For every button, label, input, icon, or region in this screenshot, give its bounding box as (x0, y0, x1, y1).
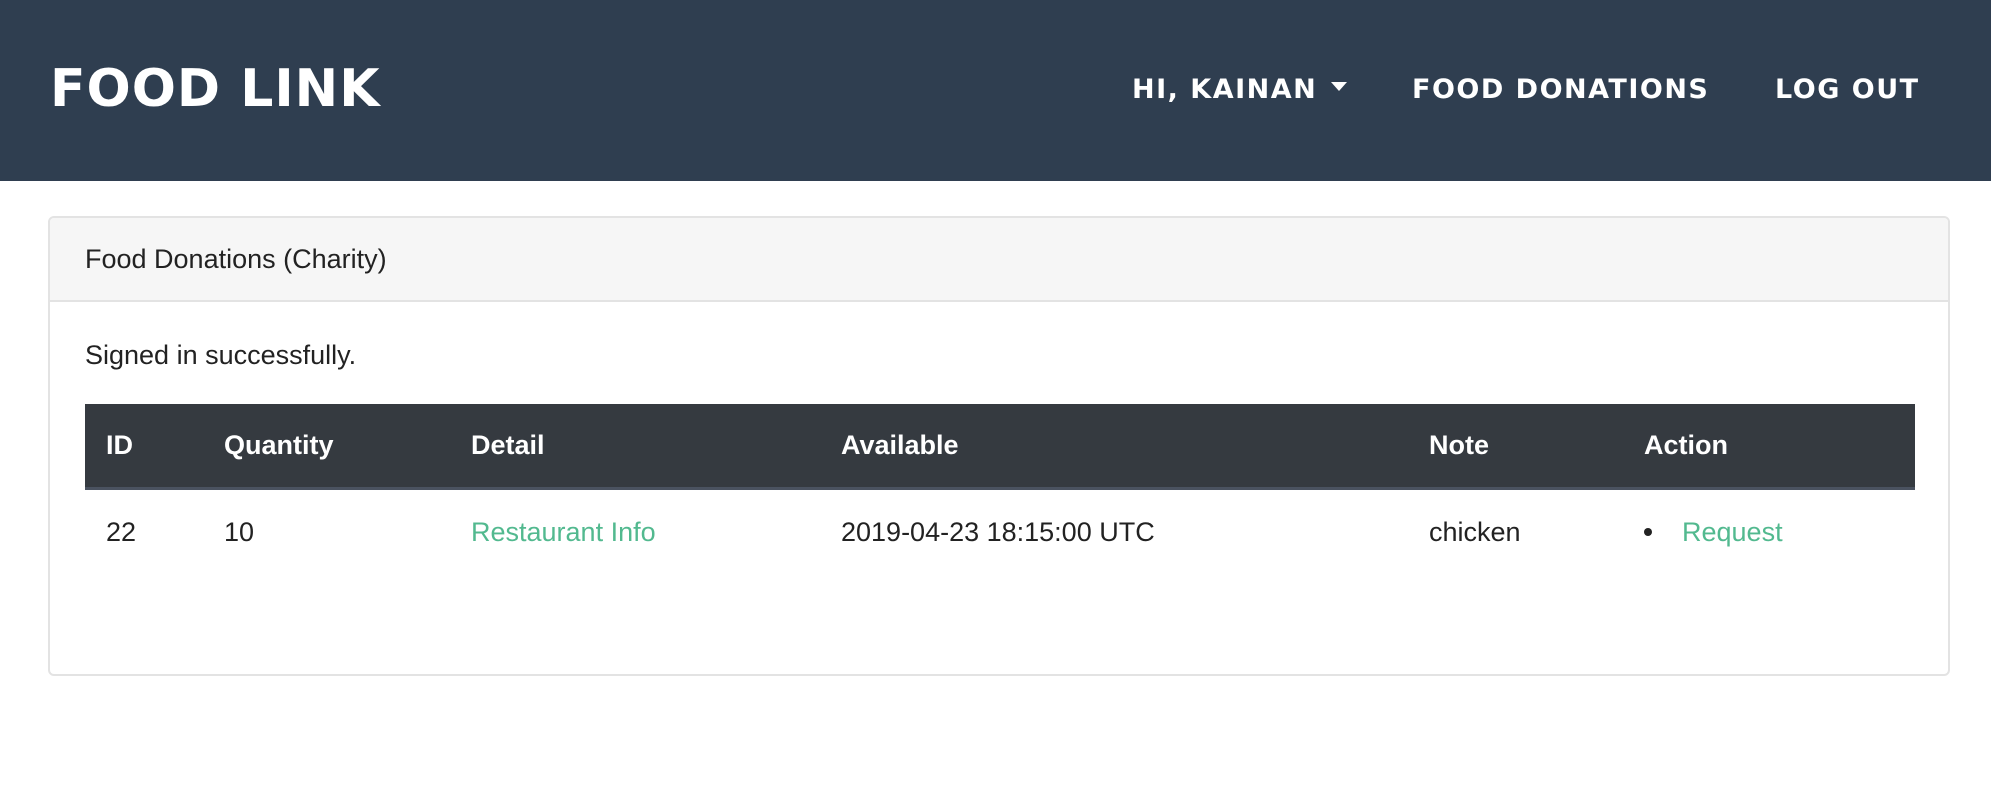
caret-down-icon (1331, 82, 1348, 91)
card-header: Food Donations (Charity) (50, 218, 1948, 302)
cell-note: chicken (1429, 517, 1521, 547)
cell-action: Request (1623, 488, 1915, 576)
table-row: 22 10 Restaurant Info 2019-04-23 18:15:0… (85, 488, 1915, 576)
nav-food-donations-link[interactable]: FOOD DONATIONS (1412, 70, 1709, 110)
donations-table: ID Quantity Detail Available Note Action… (85, 404, 1915, 576)
header-detail: Detail (450, 404, 820, 490)
user-menu-label: HI, KAINAN (1132, 74, 1318, 105)
cell-available: 2019-04-23 18:15:00 UTC (841, 517, 1155, 547)
cell-quantity: 10 (224, 517, 255, 547)
bullet-icon (1644, 527, 1652, 536)
header-id: ID (85, 404, 203, 490)
top-navbar: FOOD LINK HI, KAINAN FOOD DONATIONS LOG … (0, 0, 1991, 181)
donations-card: Food Donations (Charity) Signed in succe… (48, 216, 1950, 676)
cell-detail: Restaurant Info (450, 488, 820, 576)
cell-id: 22 (106, 517, 137, 547)
header-note: Note (1408, 404, 1623, 490)
request-link[interactable]: Request (1682, 517, 1783, 547)
nav-logout-link[interactable]: LOG OUT (1775, 70, 1920, 110)
header-quantity: Quantity (203, 404, 450, 490)
restaurant-info-link[interactable]: Restaurant Info (471, 517, 656, 547)
header-available: Available (820, 404, 1408, 490)
flash-message: Signed in successfully. (85, 340, 357, 370)
brand-logo[interactable]: FOOD LINK (50, 56, 381, 122)
user-menu-dropdown[interactable]: HI, KAINAN (1132, 70, 1348, 110)
header-action: Action (1623, 404, 1915, 490)
table-header-row: ID Quantity Detail Available Note Action (85, 404, 1915, 490)
card-title: Food Donations (Charity) (85, 244, 387, 274)
